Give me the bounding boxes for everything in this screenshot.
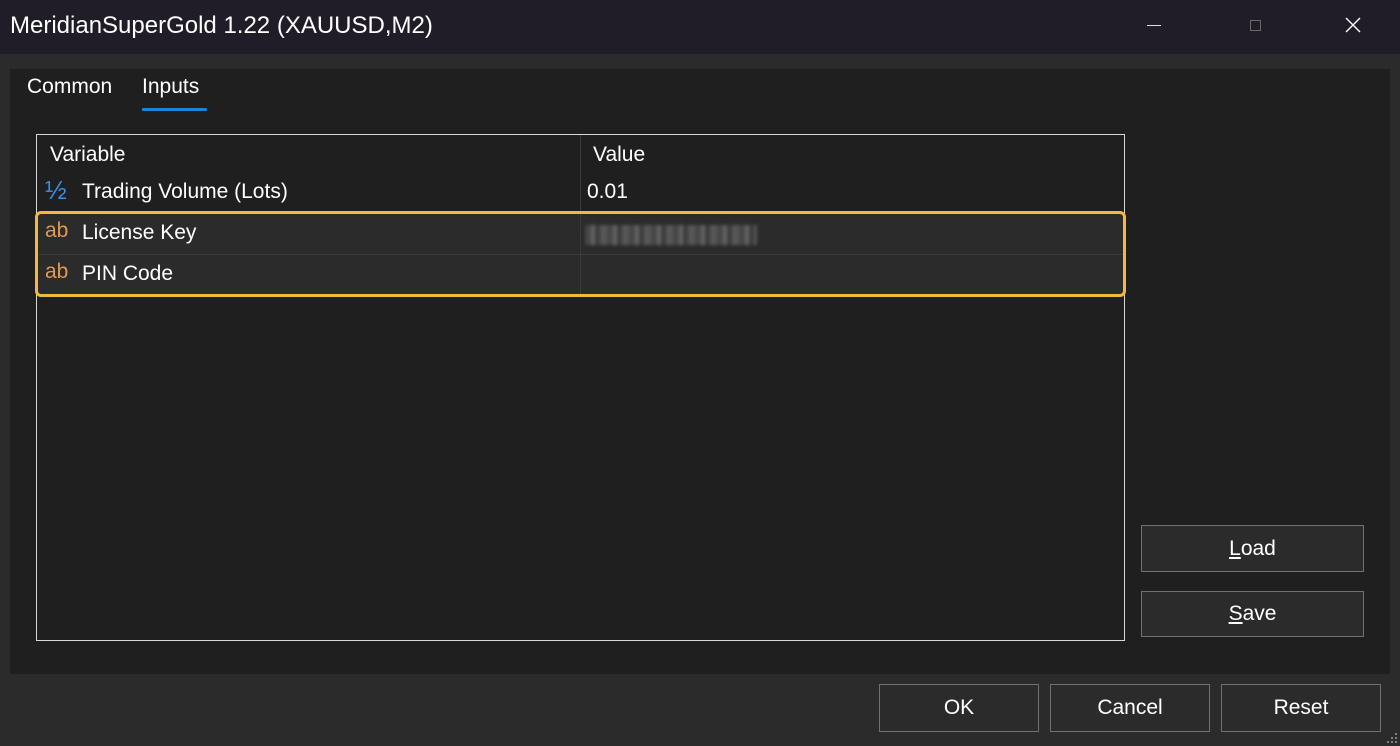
- redacted-value[interactable]: [585, 225, 757, 245]
- minimize-icon: [1147, 24, 1161, 26]
- window-title: MeridianSuperGold 1.22 (XAUUSD,M2): [10, 12, 433, 39]
- resize-grip-icon[interactable]: [1384, 730, 1398, 744]
- minimize-button[interactable]: [1131, 0, 1177, 50]
- string-icon: ab: [45, 219, 69, 242]
- variable-name: License Key: [82, 221, 197, 244]
- ok-button[interactable]: OK: [879, 684, 1039, 732]
- load-label: oad: [1240, 536, 1276, 560]
- save-mnemonic: S: [1228, 602, 1243, 625]
- tab-common[interactable]: Common: [27, 75, 112, 99]
- cancel-button[interactable]: Cancel: [1050, 684, 1210, 732]
- title-bar: MeridianSuperGold 1.22 (XAUUSD,M2): [0, 0, 1400, 54]
- fraction-icon: ½: [45, 175, 67, 205]
- save-button[interactable]: Save: [1141, 591, 1364, 637]
- inputs-grid: Variable Value ½ Trading Volume (Lots) 0…: [36, 134, 1125, 641]
- value-cell[interactable]: 0.01: [587, 180, 628, 204]
- close-button[interactable]: [1330, 0, 1376, 50]
- column-divider: [580, 135, 581, 295]
- string-icon: ab: [45, 260, 69, 283]
- maximize-icon: [1249, 19, 1261, 31]
- reset-button[interactable]: Reset: [1221, 684, 1381, 732]
- load-button[interactable]: Load: [1141, 525, 1364, 572]
- load-mnemonic: L: [1229, 536, 1241, 560]
- active-tab-indicator: [142, 108, 207, 111]
- close-icon: [1345, 17, 1361, 33]
- variable-name: PIN Code: [82, 262, 174, 285]
- header-value[interactable]: Value: [593, 143, 645, 167]
- save-label: ave: [1242, 602, 1277, 625]
- variable-name: Trading Volume (Lots): [82, 180, 288, 203]
- maximize-button[interactable]: [1232, 0, 1278, 50]
- header-variable[interactable]: Variable: [50, 143, 126, 167]
- tab-inputs[interactable]: Inputs: [142, 75, 199, 99]
